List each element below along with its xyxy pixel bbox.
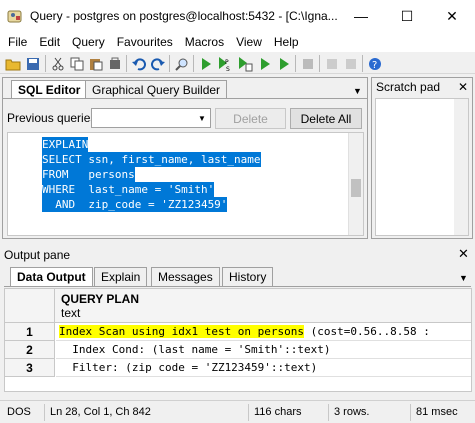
menu-edit[interactable]: Edit	[33, 32, 66, 52]
pgadmin-elephant-icon	[7, 8, 23, 24]
menu-macros[interactable]: Macros	[179, 32, 230, 52]
code-line: AND zip_code = 'ZZ123459'	[42, 197, 228, 212]
menu-bar: File Edit Query Favourites Macros View H…	[0, 32, 475, 52]
delete-button[interactable]: Delete	[215, 108, 286, 129]
menu-help[interactable]: Help	[268, 32, 305, 52]
menu-file[interactable]: File	[2, 32, 33, 52]
title-bar: Query - postgres on postgres@localhost:5…	[0, 0, 475, 32]
menu-view[interactable]: View	[230, 32, 268, 52]
open-folder-icon[interactable]	[4, 55, 21, 72]
redo-icon[interactable]	[149, 55, 166, 72]
commit-icon[interactable]	[323, 55, 340, 72]
tab-messages[interactable]: Messages	[151, 267, 220, 286]
explain-analyze-icon[interactable]	[275, 55, 292, 72]
code-line: SELECT ssn, first_name, last_name	[42, 152, 261, 167]
column-header-name[interactable]: QUERY PLAN	[61, 292, 139, 306]
execute-icon[interactable]	[197, 55, 214, 72]
clear-icon[interactable]	[106, 55, 123, 72]
svg-text:?: ?	[372, 60, 377, 71]
editor-scrollbar[interactable]	[348, 133, 363, 235]
previous-queries-label: Previous queries	[7, 111, 97, 125]
pane-dropdown-icon[interactable]: ▼	[353, 86, 362, 96]
column-header-type: text	[61, 306, 81, 320]
tab-graphical-query-builder[interactable]: Graphical Query Builder	[85, 80, 228, 99]
scratch-pad-textarea[interactable]	[375, 98, 469, 236]
row-number[interactable]: 3	[5, 359, 55, 377]
status-cursor-position: Ln 28, Col 1, Ch 842	[50, 406, 151, 418]
cut-icon[interactable]	[49, 55, 66, 72]
find-icon[interactable]	[173, 55, 190, 72]
maximize-button[interactable]: ☐	[384, 0, 430, 32]
cell-text: (cost=0.56..8.58 :	[304, 325, 430, 338]
grid-corner[interactable]	[5, 289, 55, 323]
code-line: WHERE last_name = 'Smith'	[42, 182, 215, 197]
sql-code-editor[interactable]: EXPLAIN SELECT ssn, first_name, last_nam…	[7, 132, 364, 236]
tab-data-output[interactable]: Data Output	[10, 267, 93, 286]
table-cell[interactable]: Index Scan using idx1 test on persons (c…	[56, 323, 471, 341]
highlighted-text: Index Scan using idx1 test on persons	[59, 325, 305, 338]
sql-editor-panel: SQL Editor Graphical Query Builder ▼ Pre…	[2, 77, 368, 239]
status-exec-time: 81 msec	[416, 406, 458, 418]
status-row-count: 3 rows.	[334, 406, 370, 418]
svg-text:S: S	[226, 66, 230, 72]
code-line: EXPLAIN	[42, 137, 89, 152]
table-cell[interactable]: Filter: (zip code = 'ZZ123459'::text)	[56, 359, 471, 377]
window-title: Query - postgres on postgres@localhost:5…	[30, 9, 338, 23]
help-icon[interactable]: ?	[366, 55, 383, 72]
close-button[interactable]: ✕	[429, 0, 475, 32]
table-cell[interactable]: Index Cond: (last name = 'Smith'::text)	[56, 341, 471, 359]
explain-icon[interactable]	[256, 55, 273, 72]
status-bar: DOS Ln 28, Col 1, Ch 842 116 chars 3 row…	[0, 400, 475, 423]
output-pane-close-icon[interactable]: ✕	[458, 246, 469, 262]
execute-to-file-icon[interactable]	[236, 55, 253, 72]
rollback-icon[interactable]	[342, 55, 359, 72]
scrollbar-thumb[interactable]	[351, 179, 361, 197]
save-icon[interactable]	[24, 55, 41, 72]
grid-header: QUERY PLAN text	[5, 289, 471, 323]
minimize-button[interactable]: —	[338, 0, 384, 32]
toolbar: PS ?	[0, 52, 475, 74]
results-grid[interactable]: QUERY PLAN text 1 Index Scan using idx1 …	[4, 288, 472, 392]
scratch-pad-title: Scratch pad	[376, 80, 441, 94]
menu-favourites[interactable]: Favourites	[111, 32, 179, 52]
previous-queries-select[interactable]: ▼	[91, 108, 211, 128]
output-dropdown-icon[interactable]: ▼	[459, 273, 468, 283]
delete-all-button[interactable]: Delete All	[290, 108, 362, 129]
tab-explain[interactable]: Explain	[94, 267, 148, 286]
row-number[interactable]: 1	[5, 323, 55, 341]
scratch-pad-panel: Scratch pad ✕	[371, 77, 473, 239]
scratch-pad-scrollbar[interactable]	[454, 99, 468, 235]
undo-icon[interactable]	[130, 55, 147, 72]
tab-sql-editor[interactable]: SQL Editor	[11, 80, 88, 99]
execute-pgscript-icon[interactable]: PS	[216, 55, 233, 72]
row-number[interactable]: 2	[5, 341, 55, 359]
cancel-query-icon[interactable]	[299, 55, 316, 72]
status-char-count: 116 chars	[254, 406, 302, 418]
scratch-pad-close-icon[interactable]: ✕	[458, 80, 468, 94]
menu-query[interactable]: Query	[66, 32, 111, 52]
status-encoding: DOS	[7, 406, 31, 418]
copy-icon[interactable]	[68, 55, 85, 72]
chevron-down-icon[interactable]: ▼	[194, 109, 210, 127]
tab-history[interactable]: History	[222, 267, 274, 286]
code-line: FROM persons	[42, 167, 135, 182]
svg-text:P: P	[225, 59, 229, 66]
output-pane-title: Output pane	[4, 248, 71, 262]
paste-icon[interactable]	[87, 55, 104, 72]
